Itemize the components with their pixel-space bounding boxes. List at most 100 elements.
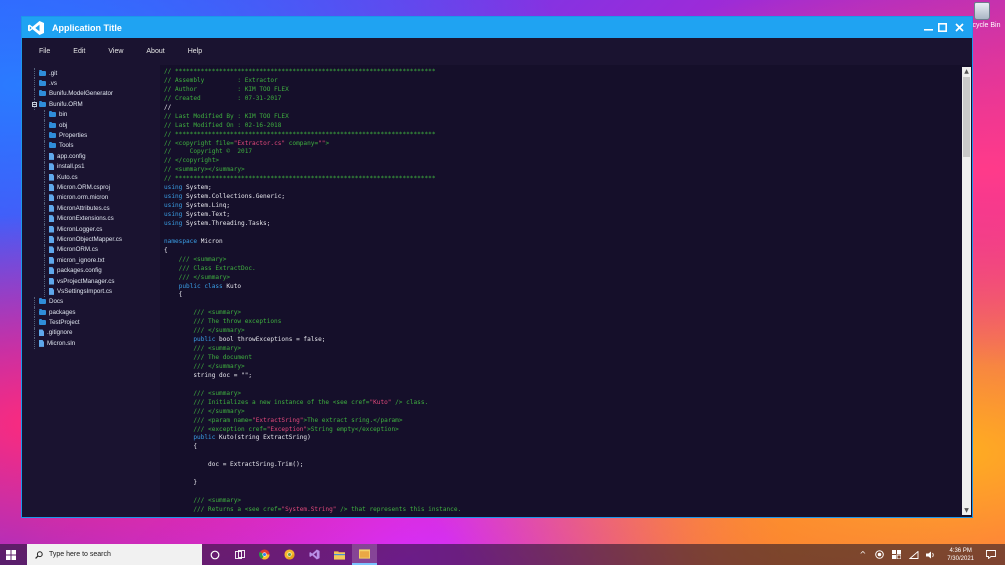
tree-item[interactable]: Bunifu.ORM [22,99,160,110]
tree-item[interactable]: Docs [22,296,160,307]
scroll-up-arrow[interactable]: ▲ [962,67,971,76]
chrome-canary-icon[interactable] [277,544,302,565]
code-line: /// <exception cref="Exception">String e… [164,426,461,435]
tree-guide-line [44,234,45,245]
chrome-icon[interactable] [252,544,277,565]
tree-guide-line [44,109,45,120]
tree-item[interactable]: MicronExtensions.cs [22,213,160,224]
code-token: >The extract sring.</param> [303,416,403,424]
code-token: doc = ExtractSring.Trim(); [164,461,304,469]
tree-item[interactable]: MicronObjectMapper.cs [22,234,160,245]
record-icon[interactable] [871,544,888,565]
file-icon [49,152,54,160]
code-token: // *************************************… [164,175,436,183]
tree-guide-line [34,296,35,307]
taskbar-search-box[interactable]: Type here to search [27,544,202,565]
tree-item[interactable]: micron_ignore.txt [22,255,160,266]
tree-item[interactable]: packages.config [22,265,160,276]
tree-item[interactable]: MicronAttributes.cs [22,203,160,214]
tree-item[interactable]: Micron.sln [22,338,160,349]
tree-item[interactable]: Micron.ORM.csproj [22,182,160,193]
show-hidden-icons-chevron[interactable]: ^ [854,544,871,565]
tree-guide-line [44,192,45,204]
tree-guide-line [44,244,45,256]
tree-item[interactable]: bin [22,109,160,120]
menu-help[interactable]: Help [188,48,202,55]
code-token: /// </summary> [164,362,245,370]
task-view-icon[interactable] [227,544,252,565]
code-token: /// <param name= [164,416,253,424]
tree-item[interactable]: TestProject [22,317,160,328]
tree-item[interactable]: VsSettingsImport.cs [22,286,160,297]
tree-item[interactable]: packages [22,306,160,318]
code-line: string doc = ""; [164,372,461,381]
code-editor[interactable]: // *************************************… [160,65,972,517]
code-token: } [164,479,198,487]
tree-item[interactable]: obj [22,119,160,131]
cortana-icon[interactable] [202,544,227,565]
tree-item-label: MicronExtensions.cs [57,215,114,223]
code-line: using System.Linq; [164,202,461,211]
close-icon [954,23,964,32]
start-button[interactable] [0,544,22,565]
tree-item[interactable]: Kuto.cs [22,171,160,183]
file-icon [49,194,54,202]
file-icon [49,163,54,171]
notifications-icon[interactable] [982,544,999,565]
code-line: // *************************************… [164,175,461,184]
code-token: System.Linq; [182,202,231,210]
app-window-taskbar-button[interactable] [352,544,377,565]
app-window-icon [359,548,370,559]
editor-scrollbar[interactable]: ▲ ▼ [962,67,971,515]
network-icon[interactable] [905,544,922,565]
window-title: Application Title [52,22,122,33]
tree-item[interactable]: install.ps1 [22,161,160,172]
title-bar[interactable]: Application Title [22,17,972,38]
app-grid-tray-icon[interactable] [888,544,905,565]
tree-item[interactable]: MicronLogger.cs [22,223,160,235]
code-line: /// Returns a <see cref="System.String" … [164,506,461,515]
menu-about[interactable]: About [146,48,164,55]
minimize-button[interactable] [921,17,935,38]
code-line: { [164,247,461,256]
taskbar-clock[interactable]: 4:36 PM 7/30/2021 [939,547,982,563]
menu-file[interactable]: File [39,48,50,55]
tree-item[interactable]: Properties [22,130,160,141]
code-line: /// The document [164,354,461,363]
tree-guide-line [44,182,45,193]
code-token: Micron [197,237,223,245]
tree-guide-line [44,255,45,266]
visual-studio-icon[interactable] [302,544,327,565]
tree-guide-line [34,338,35,349]
code-token: // Author : KIM TOO FLEX [164,85,289,93]
tree-item[interactable]: Tools [22,140,160,152]
code-content[interactable]: // *************************************… [164,68,461,515]
tree-item[interactable]: .gitignore [22,327,160,339]
tree-item[interactable]: .vs [22,78,160,89]
tree-item-label: install.ps1 [57,163,85,171]
tree-item[interactable]: MicronORM.cs [22,244,160,256]
tree-item[interactable]: micron.orm.micron [22,192,160,204]
code-token: // [164,103,172,111]
file-icon [49,277,54,285]
maximize-button[interactable] [935,17,949,38]
tree-item[interactable]: Bunifu.ModelGenerator [22,88,160,100]
collapse-toggle-icon[interactable] [32,101,37,107]
tree-item-label: Micron.ORM.csproj [57,183,110,191]
tree-item[interactable]: app.config [22,151,160,162]
file-explorer-icon[interactable] [327,544,352,565]
code-line: // *************************************… [164,68,461,77]
tree-item-label: Micron.sln [47,339,76,347]
menu-view[interactable]: View [108,48,123,55]
scroll-down-arrow[interactable]: ▼ [962,506,971,515]
folder-icon [39,100,46,107]
close-button[interactable] [949,17,969,38]
volume-icon[interactable] [922,544,939,565]
tree-item[interactable]: vsProjectManager.cs [22,275,160,287]
code-token: /// <summary> [164,255,227,263]
menu-edit[interactable]: Edit [73,48,85,55]
tree-item[interactable]: .git [22,68,160,79]
code-line: // Copyright © 2017 [164,148,461,157]
scroll-thumb[interactable] [963,77,970,157]
